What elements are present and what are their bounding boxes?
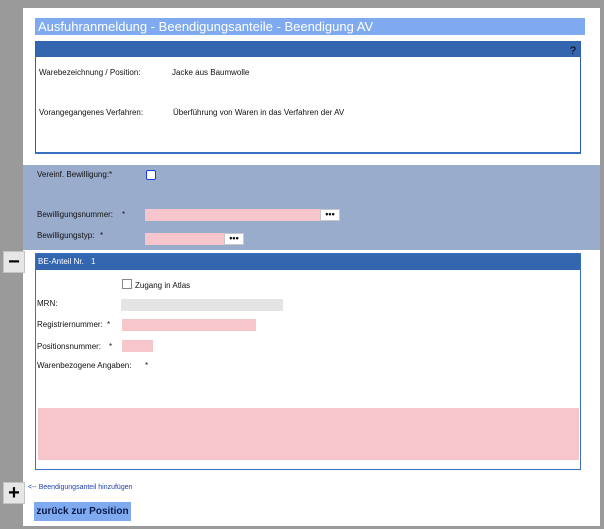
- back-to-position-button[interactable]: zurück zur Position: [34, 502, 131, 521]
- position-info-header: ?: [36, 41, 580, 57]
- bewilligungstyp-label: Bewilligungstyp:: [37, 231, 95, 240]
- add-anteil-button[interactable]: +: [3, 482, 25, 504]
- vereinf-bewilligung-checkbox[interactable]: [146, 170, 156, 180]
- warenbezeichnung-value: Jacke aus Baumwolle: [172, 68, 250, 77]
- be-anteil-header: BE-Anteil Nr. 1: [36, 254, 580, 270]
- bewilligungsnummer-required: *: [122, 210, 126, 219]
- mrn-input[interactable]: [121, 299, 283, 311]
- be-anteil-number: 1: [91, 257, 96, 266]
- registriernummer-label: Registriernummer:: [37, 320, 103, 329]
- zugang-atlas-checkbox[interactable]: [122, 279, 132, 289]
- bewilligungsnummer-input[interactable]: [145, 209, 321, 221]
- help-icon[interactable]: ?: [570, 46, 576, 57]
- bewilligungstyp-input[interactable]: [145, 233, 225, 245]
- verfahren-value: Überführung von Waren in das Verfahren d…: [173, 108, 345, 117]
- position-info-panel: ? Warebezeichnung / Position: Jacke aus …: [35, 41, 581, 154]
- bewilligungstyp-lookup-button[interactable]: •••: [224, 233, 244, 245]
- warenbezeichnung-label: Warebezeichnung / Position:: [39, 68, 141, 77]
- bewilligungsnummer-lookup-button[interactable]: •••: [320, 209, 340, 221]
- registriernummer-required: *: [107, 320, 111, 329]
- warenbezogene-angaben-label: Warenbezogene Angaben:: [37, 361, 132, 370]
- warenbezogene-angaben-textarea[interactable]: [38, 408, 579, 460]
- warenbezogene-angaben-required: *: [145, 361, 149, 370]
- positionsnummer-required: *: [109, 342, 113, 351]
- bewilligungsnummer-label: Bewilligungsnummer:: [37, 210, 114, 219]
- mrn-label: MRN:: [37, 299, 58, 308]
- be-anteil-header-label: BE-Anteil Nr.: [38, 257, 84, 266]
- positionsnummer-input[interactable]: [122, 340, 153, 352]
- positionsnummer-label: Positionsnummer:: [37, 342, 102, 351]
- add-anteil-link[interactable]: <-- Beendigungsanteil hinzufügen: [28, 484, 133, 491]
- registriernummer-input[interactable]: [122, 319, 256, 331]
- remove-anteil-button[interactable]: −: [3, 251, 25, 273]
- zugang-atlas-label: Zugang in Atlas: [135, 281, 191, 290]
- bewilligungstyp-required: *: [100, 231, 104, 240]
- vereinf-bewilligung-label: Vereinf. Bewilligung:*: [37, 170, 113, 179]
- verfahren-label: Vorangegangenes Verfahren:: [39, 108, 144, 117]
- window-title: Ausfuhranmeldung - Beendigungsanteile - …: [35, 18, 585, 35]
- minus-icon: −: [8, 251, 20, 273]
- plus-icon: +: [8, 482, 20, 504]
